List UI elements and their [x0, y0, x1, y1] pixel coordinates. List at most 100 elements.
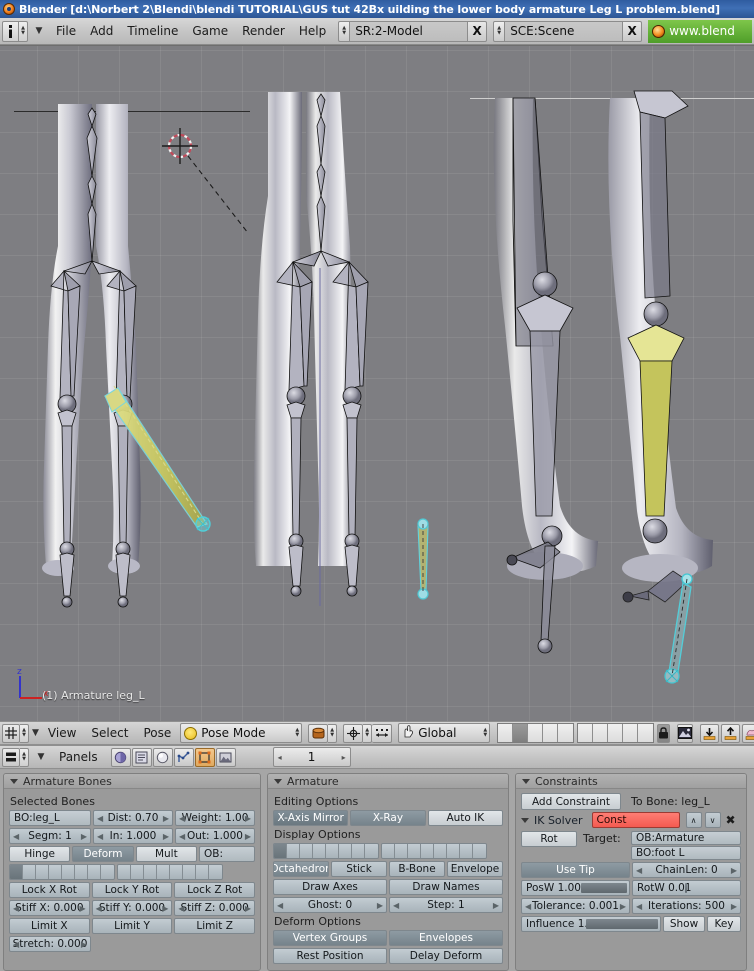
- target-bone-field[interactable]: BO:foot L: [631, 846, 741, 860]
- armature-layer-cell[interactable]: [473, 844, 486, 858]
- octahedron-button[interactable]: Octahedron: [273, 861, 329, 877]
- web-link-banner[interactable]: www.blend: [648, 19, 752, 43]
- armature-layer-cell[interactable]: [408, 844, 421, 858]
- armature-layer-cell[interactable]: [460, 844, 473, 858]
- layer-cell[interactable]: [498, 724, 514, 742]
- use-tip-button[interactable]: Use Tip: [521, 862, 630, 878]
- limit-x-button[interactable]: Limit X: [9, 918, 90, 934]
- b-bone-button[interactable]: B-Bone: [389, 861, 445, 877]
- bone-layer-cell[interactable]: [62, 865, 75, 879]
- layer-cell[interactable]: [593, 724, 609, 742]
- layer-buttons[interactable]: [497, 723, 655, 743]
- stiff-z-field[interactable]: ◀ Stiff Z: 0.000 ▶: [174, 900, 256, 916]
- constraints-panel-header[interactable]: Constraints: [516, 774, 746, 789]
- rest-position-button[interactable]: Rest Position: [273, 948, 387, 964]
- bone-layer-group-a[interactable]: [9, 864, 115, 880]
- transform-orientation-selector[interactable]: Global ▲ ▼: [398, 723, 491, 743]
- bone-name-field[interactable]: BO:leg_L: [9, 810, 91, 826]
- bone-layer-cell[interactable]: [49, 865, 62, 879]
- vertex-groups-button[interactable]: Vertex Groups: [273, 930, 387, 946]
- chain-len-field[interactable]: ◀ ChainLen: 0 ▶: [632, 862, 741, 878]
- bone-segm-field[interactable]: ◀ Segm: 1 ▶: [9, 828, 91, 844]
- armature-layer-group-a[interactable]: [273, 843, 379, 859]
- view3d-window-type-spinner[interactable]: ▲ ▼: [20, 723, 29, 743]
- pos-weight-slider[interactable]: PosW 1.00: [521, 880, 630, 896]
- pivot-selector[interactable]: ▲ ▼: [343, 723, 393, 743]
- bone-layer-cell[interactable]: [170, 865, 183, 879]
- bone-layer-cell[interactable]: [144, 865, 157, 879]
- add-constraint-button[interactable]: Add Constraint: [521, 793, 621, 810]
- target-object-field[interactable]: OB:Armature: [631, 831, 741, 845]
- step-field[interactable]: ◀ Step: 1 ▶: [389, 897, 503, 913]
- pivot-median-icon[interactable]: [343, 723, 364, 743]
- orientation-spinner-icon[interactable]: ▲ ▼: [477, 728, 487, 738]
- shading-context-icon[interactable]: [152, 747, 173, 767]
- layer-block-b[interactable]: [577, 723, 655, 743]
- pivot-spinner[interactable]: ▲ ▼: [363, 723, 373, 743]
- layer-cell-active[interactable]: [513, 724, 529, 742]
- menu-help[interactable]: Help: [293, 22, 332, 40]
- collapse-triangle-icon[interactable]: [274, 778, 282, 784]
- copy-up-icon[interactable]: [721, 723, 741, 743]
- context-buttons[interactable]: [110, 747, 236, 767]
- screen-delete-button[interactable]: X: [468, 20, 488, 42]
- menu-view[interactable]: View: [42, 725, 82, 741]
- armature-panel-header[interactable]: Armature: [268, 774, 508, 789]
- key-button[interactable]: Key: [707, 916, 741, 932]
- bone-in-field[interactable]: ◀ In: 1.000 ▶: [93, 828, 173, 844]
- frame-prev-icon[interactable]: ◂: [278, 753, 282, 762]
- bone-layer-cell[interactable]: [101, 865, 114, 879]
- armature-layer-cell[interactable]: [313, 844, 326, 858]
- buttons-menu-collapse-icon[interactable]: ▼: [32, 752, 50, 762]
- bone-layer-cell[interactable]: [209, 865, 222, 879]
- bone-ob-field[interactable]: OB:: [198, 846, 255, 862]
- 3d-viewport[interactable]: z x (1) Armature leg_L: [0, 45, 754, 721]
- screen-selector[interactable]: ▲ ▼ SR:2-Model X: [338, 20, 488, 42]
- lock-y-rot-button[interactable]: Lock Y Rot: [91, 882, 173, 898]
- manipulator-translate-icon[interactable]: [372, 723, 393, 743]
- show-button[interactable]: Show: [663, 916, 705, 932]
- lock-z-rot-button[interactable]: Lock Z Rot: [174, 882, 256, 898]
- armature-layer-cell[interactable]: [421, 844, 434, 858]
- collapse-triangle-icon[interactable]: [10, 778, 18, 784]
- menu-timeline[interactable]: Timeline: [121, 22, 184, 40]
- scene-context-icon[interactable]: [110, 747, 131, 767]
- bone-weight-field[interactable]: ◀ Weight: 1.00 ▶: [175, 810, 255, 826]
- lock-x-rot-button[interactable]: Lock X Rot: [9, 882, 90, 898]
- layer-block-a[interactable]: [497, 723, 575, 743]
- bone-layer-cell[interactable]: [75, 865, 88, 879]
- buttons-window-type-selector[interactable]: ▲ ▼: [2, 747, 29, 767]
- limit-z-button[interactable]: Limit Z: [174, 918, 256, 934]
- x-ray-button[interactable]: X-Ray: [350, 810, 426, 826]
- screen-browse-icon[interactable]: ▲ ▼: [338, 20, 351, 42]
- hinge-button[interactable]: Hinge: [9, 846, 71, 862]
- rot-weight-slider[interactable]: RotW 0.01: [632, 880, 741, 896]
- view3d-menu-collapse-icon[interactable]: ▼: [32, 728, 39, 738]
- menu-panels[interactable]: Panels: [53, 749, 104, 765]
- mode-selector[interactable]: Pose Mode ▲ ▼: [180, 723, 303, 743]
- info-icon[interactable]: [2, 20, 19, 42]
- bone-layer-cell[interactable]: [157, 865, 170, 879]
- bone-layer-cell[interactable]: [23, 865, 36, 879]
- bone-dist-field[interactable]: ◀ Dist: 0.70 ▶: [93, 810, 173, 826]
- armature-layer-group-b[interactable]: [381, 843, 487, 859]
- copy-down-icon[interactable]: [700, 723, 720, 743]
- layer-cell[interactable]: [558, 724, 574, 742]
- buttons-window-icon[interactable]: [2, 747, 20, 767]
- frame-next-icon[interactable]: ▸: [342, 753, 346, 762]
- bone-layer-cell[interactable]: [36, 865, 49, 879]
- rot-button[interactable]: Rot: [521, 831, 577, 847]
- stiff-x-field[interactable]: ◀ Stiff X: 0.000 ▶: [9, 900, 90, 916]
- armature-layer-cell[interactable]: [300, 844, 313, 858]
- menu-file[interactable]: File: [50, 22, 82, 40]
- buttons-window-type-spinner[interactable]: ▲ ▼: [20, 747, 29, 767]
- menu-collapse-icon[interactable]: ▼: [30, 26, 48, 36]
- bone-layer-cell-active[interactable]: [10, 865, 23, 879]
- armature-layer-cell[interactable]: [395, 844, 408, 858]
- mult-button[interactable]: Mult: [135, 846, 197, 862]
- bone-layer-cell[interactable]: [196, 865, 209, 879]
- editing-context-icon[interactable]: [194, 747, 215, 767]
- bone-layer-cell[interactable]: [118, 865, 131, 879]
- menu-select[interactable]: Select: [85, 725, 134, 741]
- bone-layer-group-b[interactable]: [117, 864, 223, 880]
